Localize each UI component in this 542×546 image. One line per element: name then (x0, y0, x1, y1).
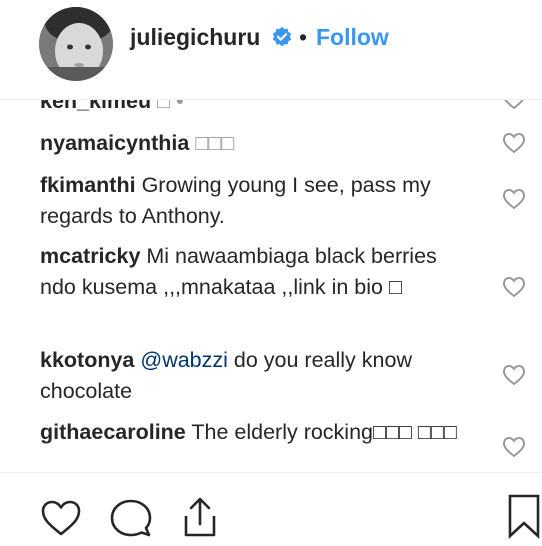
comment-item: mcatricky Mi nawaambiaga black berries n… (40, 241, 470, 303)
comment-mention[interactable]: @wabzzi (140, 348, 228, 372)
follow-button[interactable]: Follow (316, 24, 389, 51)
bookmark-icon[interactable] (506, 493, 542, 539)
heart-icon[interactable] (502, 276, 526, 298)
comment-username[interactable]: mcatricky (40, 244, 140, 268)
post-username[interactable]: juliegichuru (130, 24, 260, 51)
share-icon[interactable] (180, 496, 220, 538)
verified-badge-icon (272, 26, 292, 47)
comment-username[interactable]: fkimanthi (40, 173, 136, 197)
heart-icon[interactable] (502, 132, 526, 154)
comment-text: □□□ (195, 131, 235, 155)
post-actions-bar (0, 473, 542, 546)
comment-item: ken_kimeu □ • (40, 100, 480, 117)
comment-item: kkotonya @wabzzi do you really know choc… (40, 345, 470, 407)
comment-item: githaecaroline The elderly rocking□□□ □□… (40, 417, 475, 448)
heart-icon[interactable] (502, 100, 526, 110)
heart-icon[interactable] (502, 188, 526, 210)
header-separator: • (299, 24, 308, 50)
comment-username[interactable]: kkotonya (40, 348, 134, 372)
avatar-photo (39, 7, 113, 81)
comments-list[interactable]: ken_kimeu □ • nyamaicynthia □□□ fkimanth… (0, 100, 542, 473)
post-header: juliegichuru • Follow (0, 0, 542, 100)
comment-item: nyamaicynthia □□□ (40, 128, 480, 159)
comment-username[interactable]: githaecaroline (40, 420, 186, 444)
comment-item: fkimanthi Growing young I see, pass my r… (40, 170, 485, 232)
heart-icon[interactable] (40, 499, 82, 537)
comment-bubble-icon[interactable] (110, 498, 152, 538)
comment-username[interactable]: nyamaicynthia (40, 131, 189, 155)
heart-icon[interactable] (502, 436, 526, 458)
comment-text: The elderly rocking□□□ □□□ (191, 420, 457, 444)
heart-icon[interactable] (502, 364, 526, 386)
comment-username[interactable]: ken_kimeu (40, 100, 151, 113)
avatar[interactable] (39, 7, 113, 81)
